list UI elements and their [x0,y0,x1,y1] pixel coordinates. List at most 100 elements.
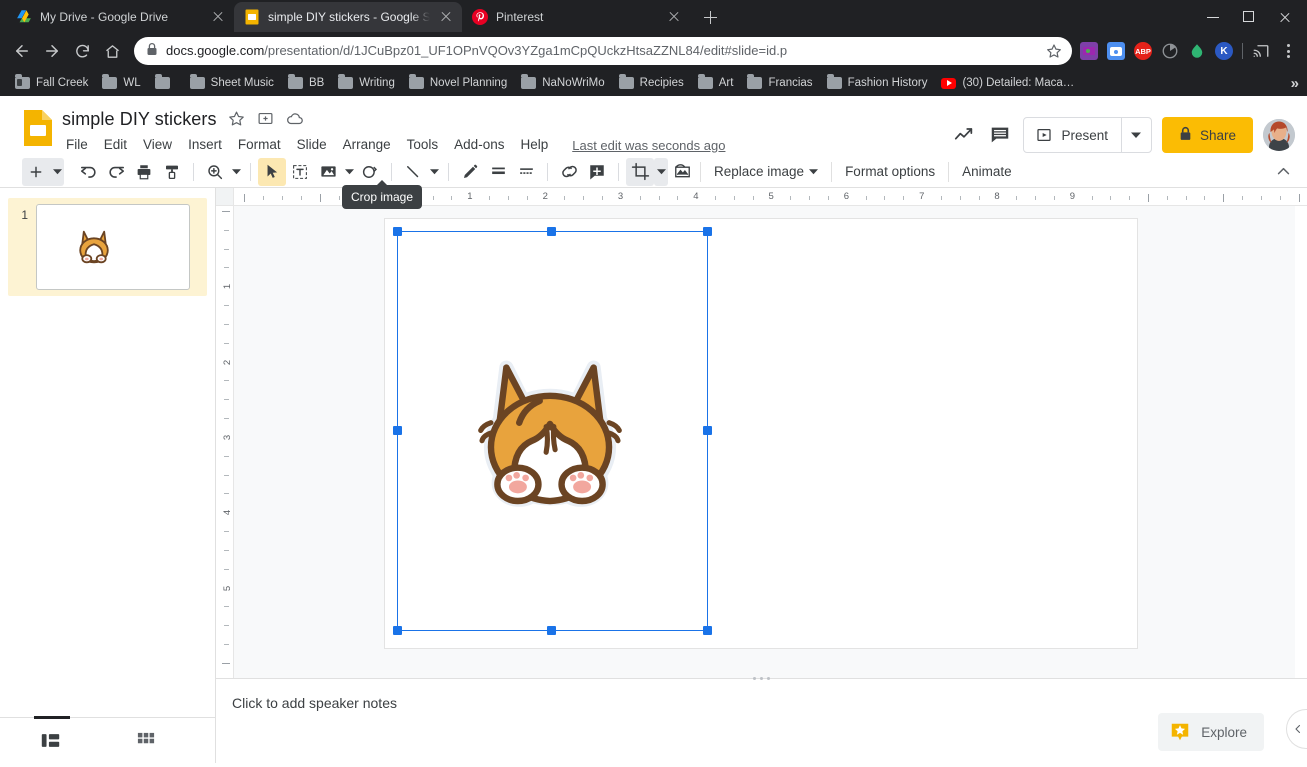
browser-tab-slides[interactable]: simple DIY stickers - Google Slides [234,2,462,32]
present-button[interactable]: Present [1024,118,1121,152]
bookmark-novel-planning[interactable]: Novel Planning [402,72,514,94]
notes-resize-grip[interactable] [752,672,772,684]
last-edit-status[interactable]: Last edit was seconds ago [568,135,729,156]
resize-handle-n[interactable] [547,227,556,236]
chevron-down-icon[interactable] [1121,118,1151,152]
bookmark-star-icon[interactable] [1046,43,1062,59]
resize-handle-sw[interactable] [393,626,402,635]
mask-image-icon[interactable] [668,158,696,186]
redo-icon[interactable] [102,158,130,186]
close-window-button[interactable] [1267,6,1303,28]
crop-caret-icon[interactable] [654,158,668,186]
camera-extension-icon[interactable] [1107,42,1125,60]
bookmark-recipies[interactable]: Recipies [612,72,691,94]
image-selection-box[interactable] [397,231,708,631]
menu-slide[interactable]: Slide [289,133,335,157]
crop-image-icon[interactable] [626,158,654,186]
menu-insert[interactable]: Insert [180,133,230,157]
image-caret-icon[interactable] [342,158,356,186]
format-options-button[interactable]: Format options [836,160,944,183]
share-button[interactable]: Share [1162,117,1253,153]
replace-image-button[interactable]: Replace image [705,160,827,183]
browser-tab-pinterest[interactable]: Pinterest [462,2,690,32]
new-slide-caret-icon[interactable] [50,158,64,186]
google-slides-logo-icon[interactable] [20,108,56,148]
print-icon[interactable] [130,158,158,186]
menu-tools[interactable]: Tools [399,133,447,157]
paint-format-icon[interactable] [158,158,186,186]
pie-chart-extension-icon[interactable] [1161,42,1179,60]
collapse-toolbar-icon[interactable] [1269,158,1297,186]
cloud-saved-icon[interactable] [286,110,304,128]
close-icon[interactable] [210,9,226,25]
border-weight-icon[interactable] [484,158,512,186]
document-title[interactable]: simple DIY stickers [62,109,217,130]
maximize-button[interactable] [1231,6,1267,28]
move-to-folder-icon[interactable] [257,110,275,128]
new-tab-button[interactable] [696,3,724,31]
speaker-notes-placeholder[interactable]: Click to add speaker notes [232,695,397,711]
image-extension-icon[interactable] [1080,42,1098,60]
insert-link-icon[interactable] [555,158,583,186]
bookmark-fashion-history[interactable]: Fashion History [820,72,935,94]
forward-arrow-icon[interactable] [38,37,66,65]
select-cursor-icon[interactable] [258,158,286,186]
slide-canvas[interactable] [384,218,1138,649]
speaker-notes-pane[interactable]: Click to add speaker notes Explore [216,678,1307,763]
star-icon[interactable] [228,110,246,128]
bookmark-art[interactable]: Art [691,72,741,94]
menu-help[interactable]: Help [512,133,556,157]
undo-icon[interactable] [74,158,102,186]
resize-handle-w[interactable] [393,426,402,435]
border-dash-icon[interactable] [512,158,540,186]
zoom-icon[interactable] [201,158,229,186]
line-caret-icon[interactable] [427,158,441,186]
insert-image-icon[interactable] [314,158,342,186]
slide-thumbnail[interactable] [36,204,190,290]
text-box-icon[interactable] [286,158,314,186]
activity-dashboard-icon[interactable] [951,122,977,148]
close-icon[interactable] [438,9,454,25]
bookmark-youtube-video[interactable]: (30) Detailed: Maca… [934,72,1081,94]
bookmark-fall-creek[interactable]: Fall Creek [8,72,95,94]
home-icon[interactable] [98,37,126,65]
filmstrip-view-icon[interactable] [38,729,62,753]
line-icon[interactable] [399,158,427,186]
new-slide-icon[interactable] [22,158,50,186]
explore-button[interactable]: Explore [1158,713,1264,751]
bookmark-wl[interactable]: WL [95,72,147,94]
menu-add-ons[interactable]: Add-ons [446,133,512,157]
resize-handle-se[interactable] [703,626,712,635]
resize-handle-ne[interactable] [703,227,712,236]
kindle-extension-icon[interactable]: K [1215,42,1233,60]
grid-view-icon[interactable] [134,729,158,753]
menu-view[interactable]: View [135,133,180,157]
animate-button[interactable]: Animate [953,160,1021,183]
bookmarks-overflow-button[interactable]: » [1291,76,1299,91]
add-comment-icon[interactable] [583,158,611,186]
address-bar[interactable]: docs.google.com/presentation/d/1JCuBpz01… [134,37,1072,65]
cast-icon[interactable] [1252,42,1270,60]
adblock-plus-extension-icon[interactable]: ABP [1134,42,1152,60]
minimize-button[interactable] [1195,6,1231,28]
menu-file[interactable]: File [58,133,96,157]
slide-thumbnail-item[interactable]: 1 [8,198,207,296]
comment-history-icon[interactable] [987,122,1013,148]
chrome-menu-icon[interactable] [1279,42,1297,60]
pen-color-icon[interactable] [456,158,484,186]
zoom-caret-icon[interactable] [229,158,243,186]
close-icon[interactable] [666,9,682,25]
vertical-ruler[interactable]: 12345 [216,206,234,678]
canvas-vertical-scrollbar[interactable] [1295,206,1307,678]
side-panel-collapse-button[interactable] [1286,709,1307,749]
back-arrow-icon[interactable] [8,37,36,65]
green-drop-extension-icon[interactable] [1188,42,1206,60]
resize-handle-s[interactable] [547,626,556,635]
resize-handle-e[interactable] [703,426,712,435]
browser-tab-drive[interactable]: My Drive - Google Drive [6,2,234,32]
bookmark-nanowrimo[interactable]: NaNoWriMo [514,72,611,94]
reload-icon[interactable] [68,37,96,65]
user-avatar[interactable] [1263,119,1295,151]
menu-edit[interactable]: Edit [96,133,135,157]
menu-format[interactable]: Format [230,133,289,157]
